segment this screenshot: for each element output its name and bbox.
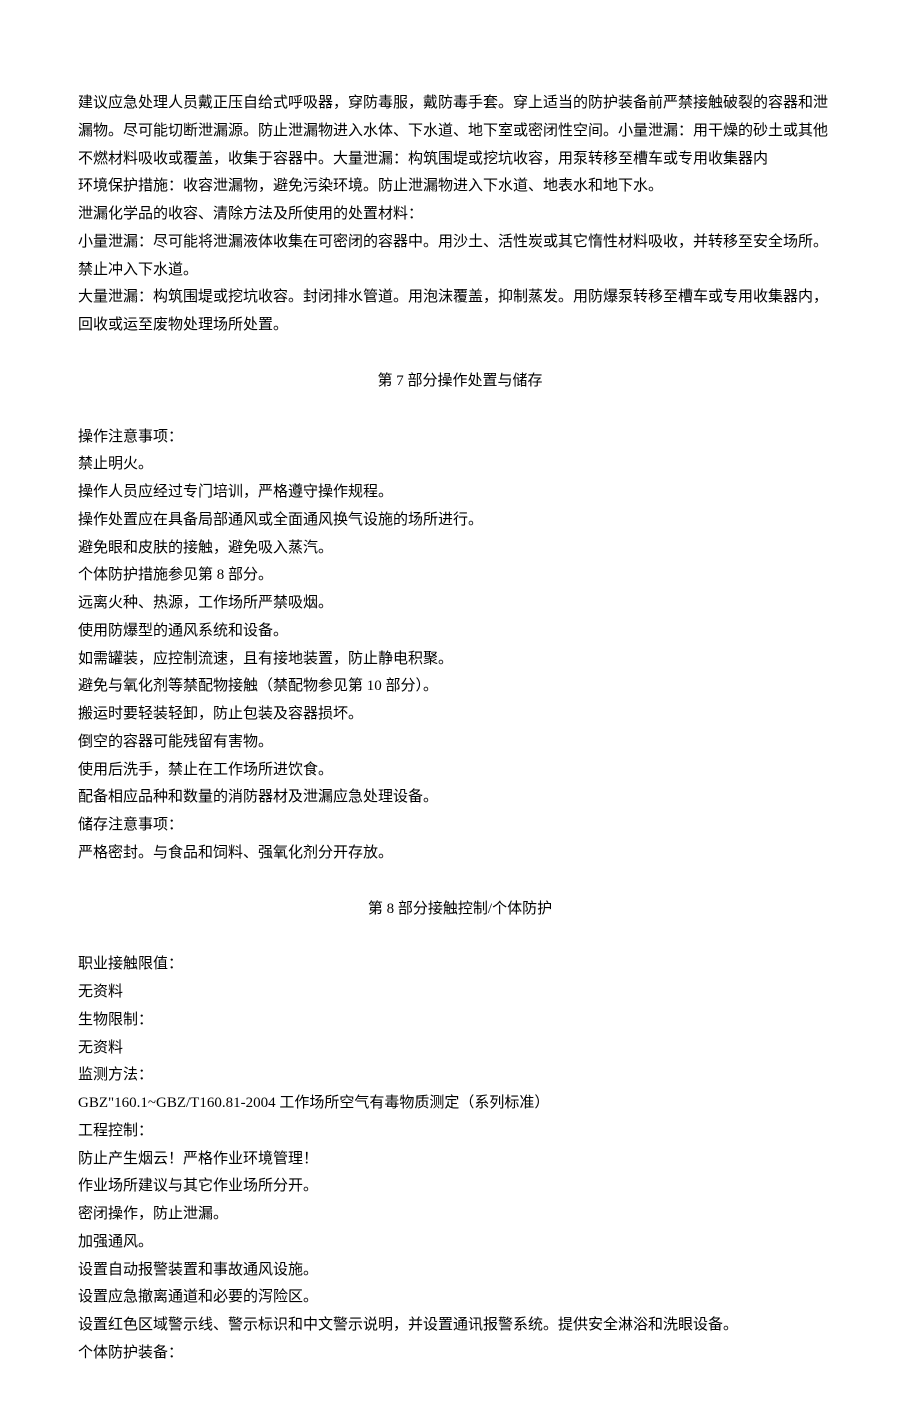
section8-line: 职业接触限值： (78, 951, 842, 979)
intro-p5: 大量泄漏：构筑围堤或挖坑收容。封闭排水管道。用泡沫覆盖，抑制蒸发。用防爆泵转移至… (78, 284, 842, 340)
section8-line: GBZ"160.1~GBZ/T160.81-2004 工作场所空气有毒物质测定（… (78, 1090, 842, 1118)
section7-line: 避免眼和皮肤的接触，避免吸入蒸汽。 (78, 535, 842, 563)
section8-line: 作业场所建议与其它作业场所分开。 (78, 1173, 842, 1201)
section7-line: 使用防爆型的通风系统和设备。 (78, 618, 842, 646)
section7-line: 操作处置应在具备局部通风或全面通风换气设施的场所进行。 (78, 507, 842, 535)
section7-line: 严格密封。与食品和饲料、强氧化剂分开存放。 (78, 840, 842, 868)
section7-line: 搬运时要轻装轻卸，防止包装及容器损坏。 (78, 701, 842, 729)
section8-line: 无资料 (78, 1035, 842, 1063)
section7-line: 倒空的容器可能残留有害物。 (78, 729, 842, 757)
section7-line: 避免与氧化剂等禁配物接触（禁配物参见第 10 部分）。 (78, 673, 842, 701)
intro-p3: 泄漏化学品的收容、清除方法及所使用的处置材料： (78, 201, 842, 229)
section8-line: 生物限制： (78, 1007, 842, 1035)
section8-line: 加强通风。 (78, 1229, 842, 1257)
section8-line: 监测方法： (78, 1062, 842, 1090)
section7-line: 使用后洗手，禁止在工作场所进饮食。 (78, 757, 842, 785)
section7-line: 如需罐装，应控制流速，且有接地装置，防止静电积聚。 (78, 646, 842, 674)
section8-line: 无资料 (78, 979, 842, 1007)
section8-title: 第 8 部分接触控制/个体防护 (78, 896, 842, 924)
section7-line: 储存注意事项： (78, 812, 842, 840)
section8-line: 设置自动报警装置和事故通风设施。 (78, 1257, 842, 1285)
intro-p2: 环境保护措施：收容泄漏物，避免污染环境。防止泄漏物进入下水道、地表水和地下水。 (78, 173, 842, 201)
section8-line: 设置红色区域警示线、警示标识和中文警示说明，并设置通讯报警系统。提供安全淋浴和洗… (78, 1312, 842, 1340)
section8-line: 工程控制： (78, 1118, 842, 1146)
intro-p4: 小量泄漏：尽可能将泄漏液体收集在可密闭的容器中。用沙土、活性炭或其它惰性材料吸收… (78, 229, 842, 285)
section8-line: 密闭操作，防止泄漏。 (78, 1201, 842, 1229)
intro-p1: 建议应急处理人员戴正压自给式呼吸器，穿防毒服，戴防毒手套。穿上适当的防护装备前严… (78, 90, 842, 173)
section7-line: 个体防护措施参见第 8 部分。 (78, 562, 842, 590)
section7-line: 配备相应品种和数量的消防器材及泄漏应急处理设备。 (78, 784, 842, 812)
section8-line: 设置应急撤离通道和必要的泻险区。 (78, 1284, 842, 1312)
section8-line: 防止产生烟云！严格作业环境管理！ (78, 1146, 842, 1174)
section7-line: 远离火种、热源，工作场所严禁吸烟。 (78, 590, 842, 618)
section7-title: 第 7 部分操作处置与储存 (78, 368, 842, 396)
section7-line: 操作注意事项： (78, 424, 842, 452)
section7-line: 禁止明火。 (78, 451, 842, 479)
section8-line: 个体防护装备： (78, 1340, 842, 1368)
section7-line: 操作人员应经过专门培训，严格遵守操作规程。 (78, 479, 842, 507)
